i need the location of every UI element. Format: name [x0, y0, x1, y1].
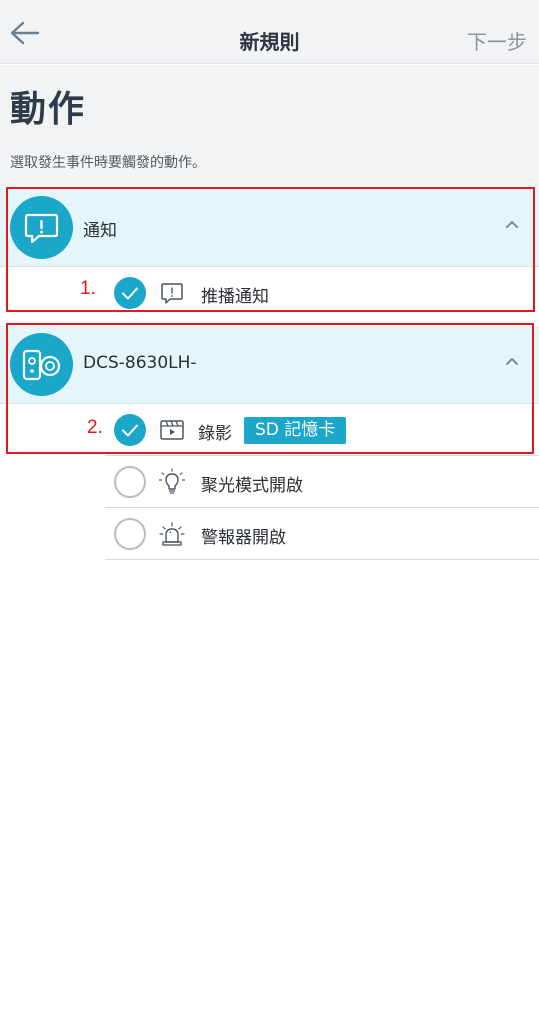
siren-icon [159, 522, 185, 546]
annotation-number-1: 1. [80, 278, 96, 299]
annotation-number-2: 2. [87, 417, 103, 438]
action-row-siren[interactable]: 警報器開啟 [105, 508, 539, 560]
unchecked-circle-icon[interactable] [114, 466, 146, 498]
light-bulb-icon [158, 468, 186, 494]
nav-title: 新規則 [239, 30, 300, 54]
page-header: 動作 選取發生事件時要觸發的動作。 [0, 65, 539, 186]
action-row-spotlight[interactable]: 聚光模式開啟 [105, 456, 539, 508]
unchecked-circle-icon[interactable] [114, 518, 146, 550]
action-label: 警報器開啟 [201, 528, 286, 548]
top-navigation-bar: 新規則 下一步 [0, 0, 539, 64]
next-step-button[interactable]: 下一步 [467, 26, 527, 55]
page-title: 動作 [10, 89, 87, 130]
page-subtitle: 選取發生事件時要觸發的動作。 [10, 155, 206, 171]
annotation-box-2 [6, 323, 534, 454]
action-label: 聚光模式開啟 [201, 476, 303, 496]
